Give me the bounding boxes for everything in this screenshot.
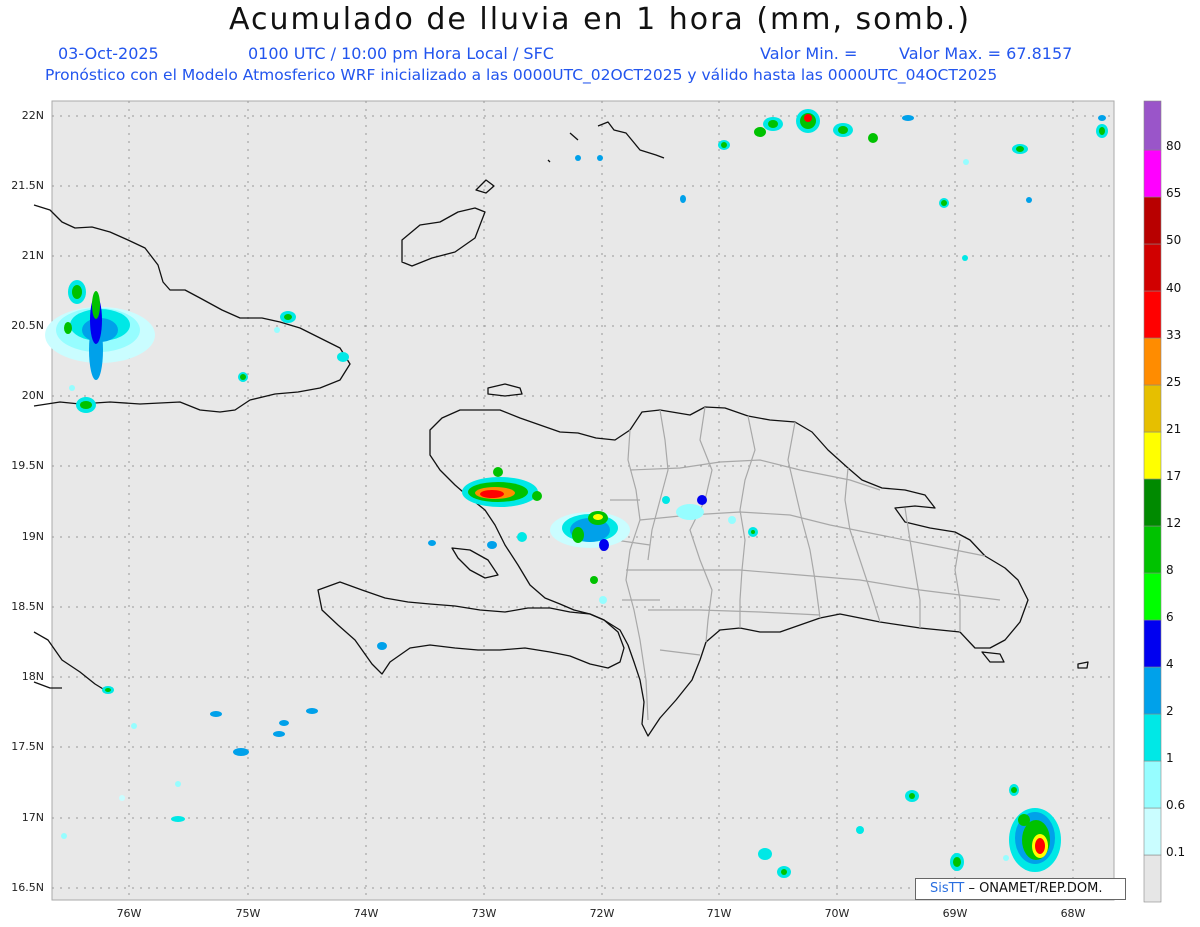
lon-label: 75W bbox=[235, 907, 261, 920]
colorbar-label: 0.1 bbox=[1166, 845, 1186, 859]
lat-label: 18N bbox=[21, 670, 44, 683]
lon-label: 68W bbox=[1060, 907, 1086, 920]
colorbar-label: 33 bbox=[1166, 328, 1182, 342]
colorbar-label: 17 bbox=[1166, 469, 1182, 483]
colorbar-label: 1 bbox=[1166, 751, 1174, 765]
map-plot-area bbox=[51, 100, 1115, 901]
lat-label: 19N bbox=[21, 530, 44, 543]
lat-label: 21.5N bbox=[11, 179, 44, 192]
lon-label: 74W bbox=[353, 907, 379, 920]
lat-label: 17.5N bbox=[11, 740, 44, 753]
lat-label: 20.5N bbox=[11, 319, 44, 332]
lat-label: 19.5N bbox=[11, 459, 44, 472]
lat-label: 21N bbox=[21, 249, 44, 262]
colorbar-label: 12 bbox=[1166, 516, 1182, 530]
lat-label: 22N bbox=[21, 109, 44, 122]
colorbar-label: 21 bbox=[1166, 422, 1182, 436]
credit-text: – ONAMET/REP.DOM. bbox=[968, 881, 1103, 896]
credit-box: SisTT – ONAMET/REP.DOM. bbox=[915, 878, 1126, 900]
colorbar-label: 4 bbox=[1166, 657, 1174, 671]
lat-label: 20N bbox=[21, 389, 44, 402]
rainfall-map bbox=[33, 100, 1162, 903]
colorbar-label: 65 bbox=[1166, 186, 1182, 200]
colorbar bbox=[1143, 100, 1162, 903]
colorbar-label: 80 bbox=[1166, 139, 1182, 153]
sis-logo: SisTT bbox=[930, 881, 965, 896]
colorbar-label: 0.6 bbox=[1166, 798, 1186, 812]
lon-label: 70W bbox=[824, 907, 850, 920]
lat-label: 16.5N bbox=[11, 881, 44, 894]
colorbar-label: 40 bbox=[1166, 281, 1182, 295]
lon-label: 73W bbox=[471, 907, 497, 920]
colorbar-label: 2 bbox=[1166, 704, 1174, 718]
colorbar-label: 8 bbox=[1166, 563, 1174, 577]
lat-label: 18.5N bbox=[11, 600, 44, 613]
lon-label: 72W bbox=[589, 907, 615, 920]
colorbar-label: 25 bbox=[1166, 375, 1182, 389]
colorbar-label: 6 bbox=[1166, 610, 1174, 624]
lat-label: 17N bbox=[21, 811, 44, 824]
lon-label: 69W bbox=[942, 907, 968, 920]
colorbar-label: 50 bbox=[1166, 233, 1182, 247]
lon-label: 71W bbox=[706, 907, 732, 920]
lon-label: 76W bbox=[116, 907, 142, 920]
